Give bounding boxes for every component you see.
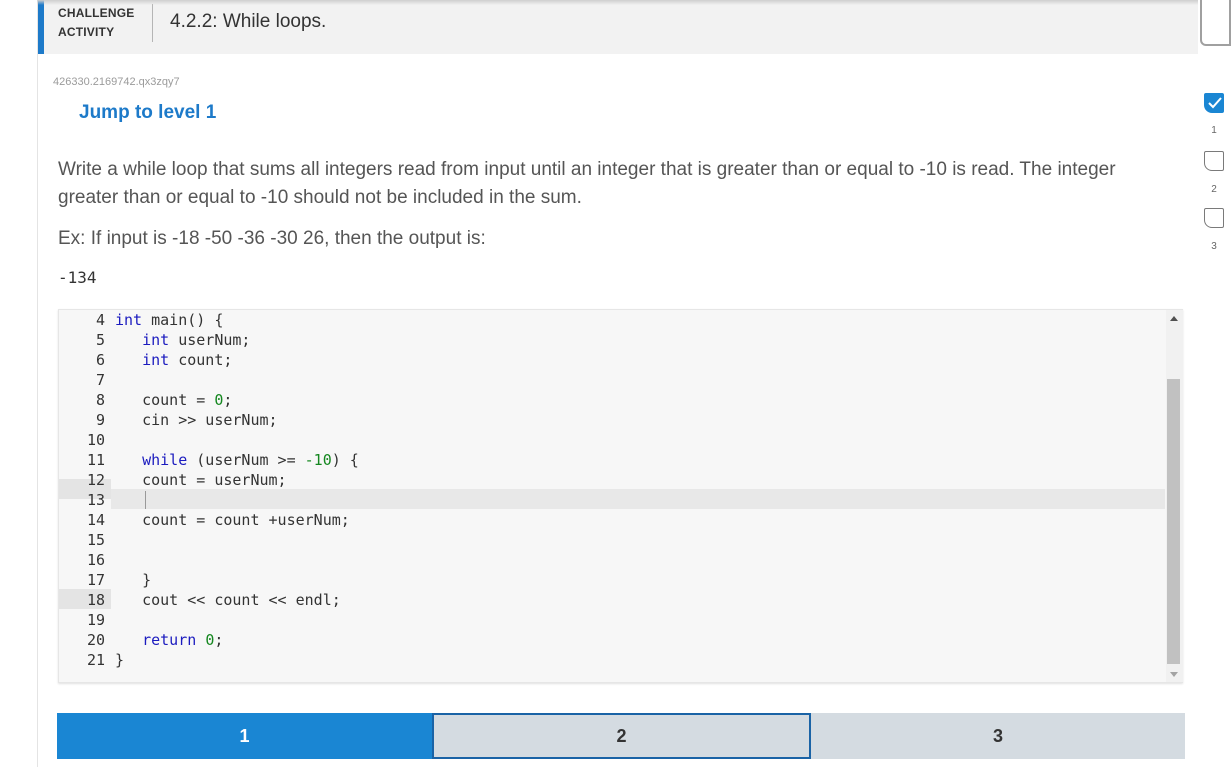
activity-type-line-1: CHALLENGE xyxy=(58,6,135,20)
level-2-status-box[interactable] xyxy=(1204,151,1224,171)
bookmark-icon[interactable] xyxy=(1200,0,1231,46)
level-1-button[interactable]: 1 xyxy=(57,713,432,759)
activity-type-label: CHALLENGE ACTIVITY xyxy=(58,4,134,42)
scroll-thumb[interactable] xyxy=(1167,379,1180,664)
scroll-down-arrow-icon[interactable] xyxy=(1170,672,1178,677)
line-number: 5 xyxy=(95,331,105,349)
line-number: 13 xyxy=(86,491,105,509)
activity-type-line-2: ACTIVITY xyxy=(58,25,115,39)
code-line[interactable]: count = 0; xyxy=(115,390,232,410)
expected-output: -134 xyxy=(58,268,97,287)
jump-to-level-link[interactable]: Jump to level 1 xyxy=(79,102,216,124)
code-line[interactable]: } xyxy=(115,570,151,590)
line-number: 17 xyxy=(86,571,105,589)
line-number: 21 xyxy=(86,651,105,669)
code-line[interactable]: return 0; xyxy=(115,630,223,650)
code-editor[interactable]: 4 5 6 7 8 9 10 11 12 13 14 15 16 17 18 1… xyxy=(58,309,1183,683)
level-3-button[interactable]: 3 xyxy=(811,713,1185,759)
activity-id: 426330.2169742.qx3zqy7 xyxy=(53,76,180,88)
code-line[interactable]: cin >> userNum; xyxy=(115,410,277,430)
content-left-border xyxy=(37,0,38,767)
header-accent-bar xyxy=(38,0,44,54)
level-1-complete-check-icon[interactable] xyxy=(1204,93,1224,113)
line-number: 12 xyxy=(86,471,105,489)
header-divider xyxy=(152,4,153,42)
line-number: 15 xyxy=(86,531,105,549)
side-level-number: 1 xyxy=(1211,125,1217,136)
side-level-number: 2 xyxy=(1211,184,1217,195)
editor-scrollbar[interactable] xyxy=(1166,310,1183,682)
scroll-up-arrow-icon[interactable] xyxy=(1170,316,1178,321)
activity-title: 4.2.2: While loops. xyxy=(170,11,327,32)
line-number: 6 xyxy=(95,351,105,369)
code-line[interactable]: int count; xyxy=(115,350,232,370)
code-line[interactable]: cout << count << endl; xyxy=(115,590,341,610)
level-3-status-box[interactable] xyxy=(1204,208,1224,228)
side-level-number: 3 xyxy=(1211,241,1217,252)
code-line[interactable]: while (userNum >= -10) { xyxy=(115,450,359,470)
line-number: 20 xyxy=(86,631,105,649)
line-number: 4 xyxy=(95,311,105,329)
line-number: 11 xyxy=(86,451,105,469)
header-shadow xyxy=(37,0,1198,5)
line-number: 18 xyxy=(86,591,105,609)
active-line-highlight xyxy=(111,489,1165,509)
line-number: 19 xyxy=(86,611,105,629)
code-line[interactable]: } xyxy=(115,650,124,670)
code-line[interactable]: int main() { xyxy=(115,310,223,330)
code-line[interactable]: count = count +userNum; xyxy=(115,510,350,530)
line-number: 9 xyxy=(95,411,105,429)
activity-header: CHALLENGE ACTIVITY 4.2.2: While loops. xyxy=(38,0,1198,54)
line-number: 7 xyxy=(95,371,105,389)
level-2-button[interactable]: 2 xyxy=(432,713,811,759)
line-number: 14 xyxy=(86,511,105,529)
line-number: 16 xyxy=(86,551,105,569)
example-text: Ex: If input is -18 -50 -36 -30 26, then… xyxy=(58,228,486,249)
text-cursor xyxy=(145,491,146,509)
line-number: 10 xyxy=(86,431,105,449)
line-number: 8 xyxy=(95,391,105,409)
code-line[interactable]: count = userNum; xyxy=(115,470,287,490)
code-line[interactable]: int userNum; xyxy=(115,330,250,350)
problem-statement: Write a while loop that sums all integer… xyxy=(58,159,1116,208)
